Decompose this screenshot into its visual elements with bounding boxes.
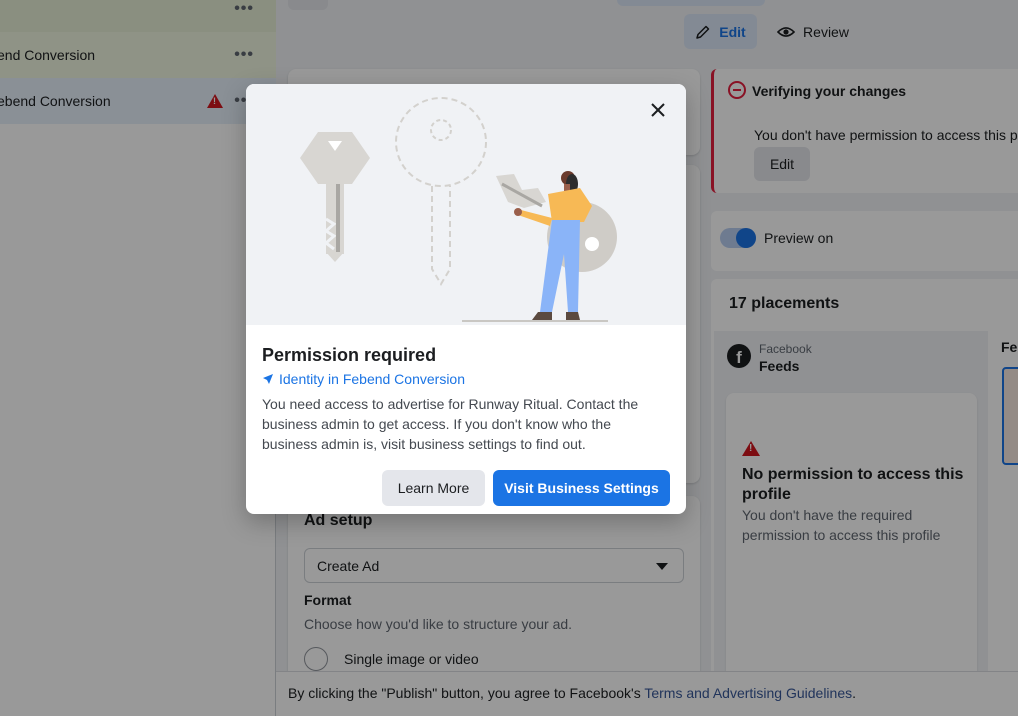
- location-arrow-icon: [263, 374, 273, 384]
- identity-link-label: Identity in Febend Conversion: [279, 371, 465, 387]
- visit-business-settings-button[interactable]: Visit Business Settings: [493, 470, 670, 506]
- learn-more-button[interactable]: Learn More: [382, 470, 485, 506]
- dialog-body: You need access to advertise for Runway …: [262, 396, 639, 452]
- dialog-title: Permission required: [262, 345, 437, 365]
- keys-illustration: [246, 84, 686, 325]
- close-icon: [651, 103, 665, 117]
- close-button[interactable]: [646, 98, 670, 122]
- permission-required-dialog: Permission required Identity in Febend C…: [246, 84, 686, 514]
- identity-link[interactable]: Identity in Febend Conversion: [262, 371, 465, 387]
